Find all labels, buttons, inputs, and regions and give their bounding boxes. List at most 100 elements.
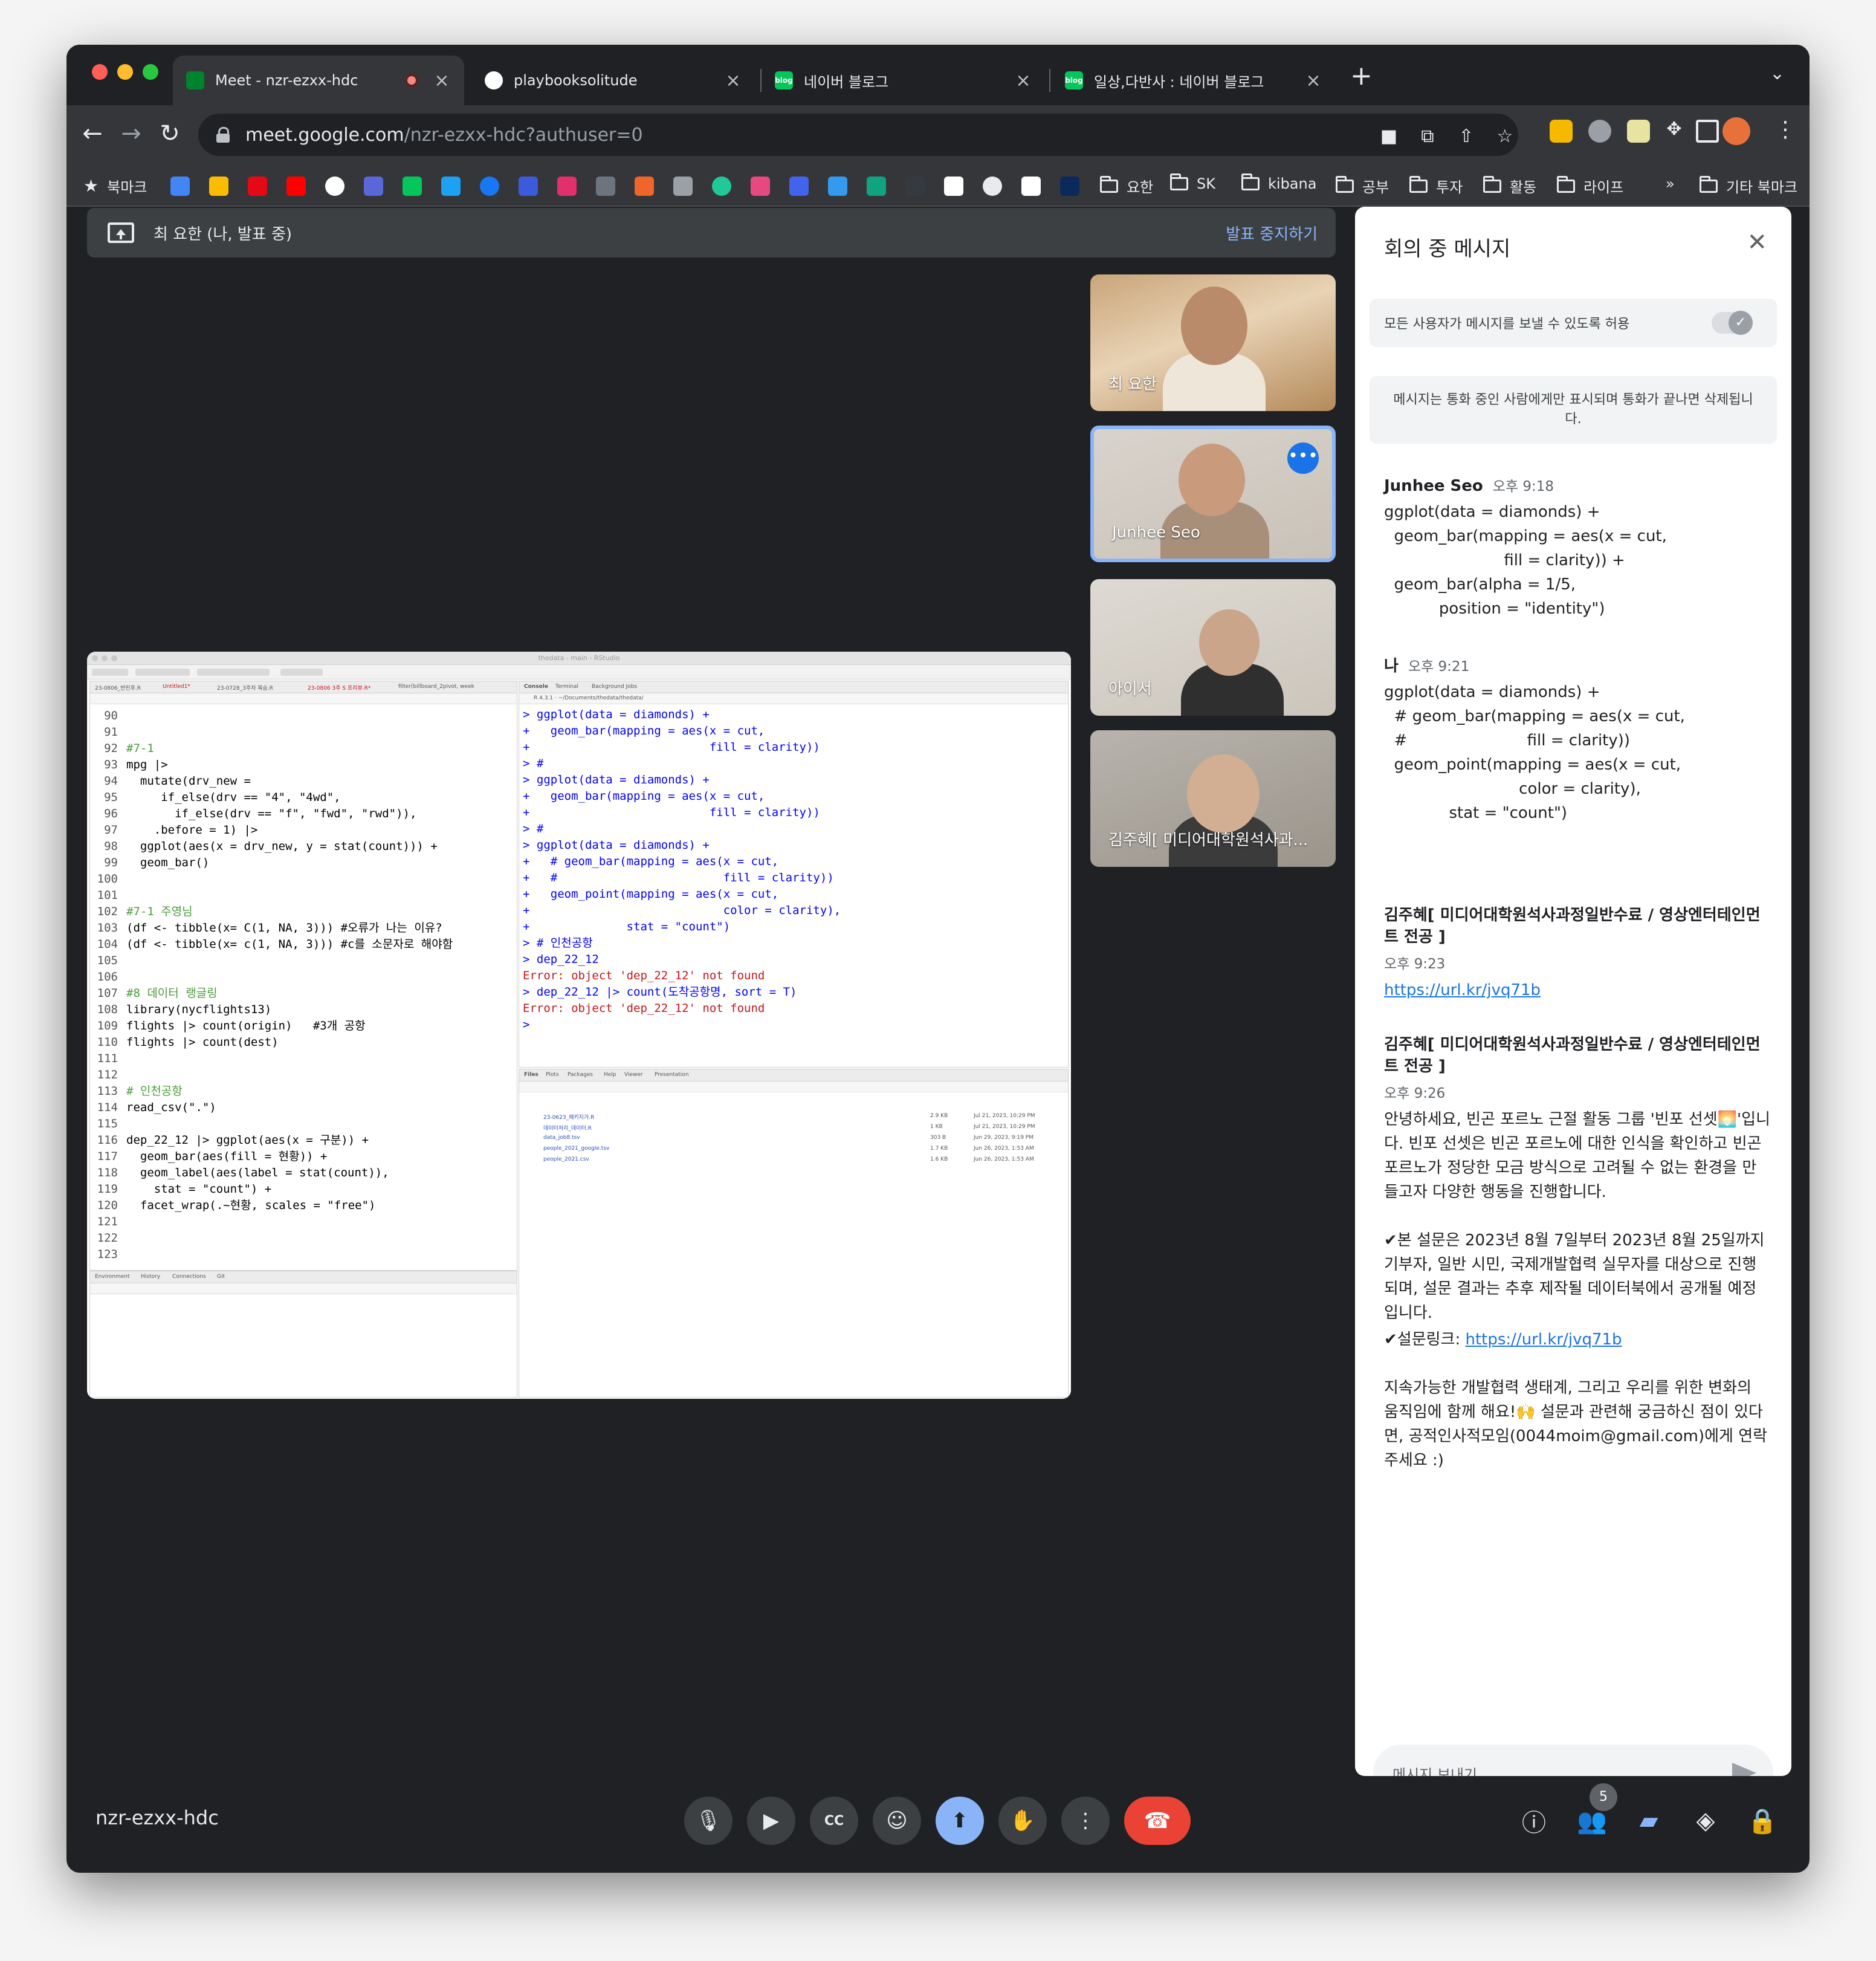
editor-tab[interactable]: Untitled1* [163,684,190,692]
react-icon[interactable] [712,177,731,196]
youtube-icon[interactable] [286,177,306,196]
bookmark-folder-1[interactable]: 요한 [1100,175,1153,196]
editor-line[interactable]: 99 geom_bar() [94,855,453,871]
more-options-button[interactable]: ⋮ [1061,1797,1110,1845]
files-tab[interactable]: Plots [546,1072,559,1080]
editor-line[interactable]: 109 flights |> count(origin) #3개 공항 [94,1018,453,1034]
editor-line[interactable]: 119 stat = "count") + [94,1181,453,1198]
participant-tile[interactable]: 아이서 [1090,579,1336,716]
github-bookmark-icon[interactable] [983,177,1002,196]
editor-line[interactable]: 114 read_csv(".") [94,1100,453,1116]
files-tab[interactable]: Packages [568,1072,593,1080]
file-name[interactable]: 데이터처리_데이터.R [543,1124,592,1132]
open-in-new-icon[interactable]: ⧉ [1415,126,1440,147]
back-button[interactable]: ← [77,120,108,147]
extensions-puzzle-icon[interactable]: ✥ [1662,118,1686,140]
lock-icon[interactable] [216,127,230,143]
file-name[interactable]: data_job8.tsv [543,1135,580,1141]
editor-line[interactable]: 120 facet_wrap(.~현황, scales = "free") [94,1198,453,1214]
participant-tile-speaking[interactable]: ••• Junhee Seo [1090,426,1336,562]
editor-line[interactable]: 116 dep_22_12 |> ggplot(aes(x = 구분)) + [94,1132,453,1149]
editor-line[interactable]: 112 [94,1067,453,1083]
editor-line[interactable]: 95 if_else(drv == "4", "4wd", [94,789,453,806]
bookmark-z-icon[interactable] [751,177,770,196]
participant-tile[interactable]: 김주혜[ 미디어대학원석사과... [1090,730,1336,867]
chat-message-input[interactable]: 메시지 보내기 [1373,1745,1773,1776]
captions-button[interactable]: CC [810,1797,858,1845]
instagram-icon[interactable] [557,177,577,196]
new-tab-button[interactable]: + [1350,60,1373,91]
bookmark-diamond-icon[interactable] [789,177,809,196]
bookmark-app-icon[interactable] [519,177,538,196]
extension-note-icon[interactable] [1627,120,1650,143]
tab-naver-blog-daily[interactable]: blog 일상,다반사 : 네이버 블로그 × [1052,56,1336,105]
close-tab-icon[interactable]: × [1304,70,1322,91]
bookmark-star-icon[interactable]: ☆ [1493,126,1517,147]
allow-messages-toggle[interactable]: ✓ [1712,311,1753,335]
editor-line[interactable]: 91 [94,724,453,741]
files-tab[interactable]: Help [604,1072,616,1080]
forward-button[interactable]: → [116,120,146,147]
editor-line[interactable]: 105 [94,953,453,969]
editor-line[interactable]: 103 (df <- tibble(x= C(1, NA, 3))) #오류가 나… [94,920,453,936]
env-tab[interactable]: Connections [172,1274,206,1282]
editor-line[interactable]: 98 ggplot(aes(x = drv_new, y = stat(coun… [94,838,453,855]
editor-line[interactable]: 97 .before = 1) |> [94,822,453,838]
stop-presenting-button[interactable]: 발표 중지하기 [1226,222,1318,244]
extension-quote-icon[interactable] [1588,120,1611,143]
editor-line[interactable]: 107 #8 데이터 랭글링 [94,985,453,1002]
bookmark-folder-2[interactable]: SK [1170,173,1215,192]
bookmark-hex-icon[interactable] [905,177,925,196]
notion-icon[interactable] [944,177,963,196]
editor-line[interactable]: 123 [94,1246,453,1263]
bookmark-d-icon[interactable] [364,177,383,196]
bookmark-dark-icon[interactable] [1060,177,1079,196]
editor-line[interactable]: 102 #7-1 주영님 [94,904,453,920]
editor-tab[interactable]: 23-0728_3주차 복습.R [217,684,273,692]
editor-line[interactable]: 100 [94,871,453,887]
host-controls-button[interactable]: 🔒 [1744,1803,1781,1839]
editor-line[interactable]: 110 flights |> count(dest) [94,1034,453,1051]
tab-naver-blog[interactable]: blog 네이버 블로그 × [762,56,1046,105]
editor-line[interactable]: 117 geom_bar(aes(fill = 현황)) + [94,1149,453,1165]
participant-more-options-button[interactable]: ••• [1287,442,1319,474]
bookmark-folder-3[interactable]: kibana [1241,173,1316,192]
bookmarks-overflow-button[interactable]: » [1666,175,1675,192]
editor-line[interactable]: 111 [94,1051,453,1067]
env-tab[interactable]: History [141,1274,160,1282]
tab-meet[interactable]: Meet - nzr-ezxx-hdc × [173,56,464,105]
bookmark-step-icon[interactable] [673,177,693,196]
editor-line[interactable]: 94 mutate(drv_new = [94,773,453,789]
editor-code[interactable]: 90 91 92 #7-1 93 mpg |> 94 mutate(drv_new = 95 … [94,708,453,1263]
reload-button[interactable]: ↻ [155,120,185,147]
close-tab-icon[interactable]: × [433,70,451,91]
bookmark-folder-4[interactable]: 공부 [1336,175,1389,196]
editor-line[interactable]: 92 #7-1 [94,741,453,757]
editor-tab[interactable]: 23-0806 3주 S 프리뷰.R* [308,684,370,692]
bookmark-item[interactable]: ★ 북마크 [83,175,147,196]
naver-icon[interactable] [403,177,422,196]
extension-keep-icon[interactable] [1550,120,1573,143]
editor-tab[interactable]: 23-0806_반민후.R [95,684,141,692]
google-keep-icon[interactable] [209,177,228,196]
message-link[interactable]: https://url.kr/jvq71b [1384,981,1541,999]
editor-tab[interactable]: filter(billboard_2pivot, week [398,684,474,692]
env-tab[interactable]: Environment [95,1274,129,1282]
close-tab-icon[interactable]: × [1014,70,1032,91]
editor-line[interactable]: 90 [94,708,453,724]
message-link[interactable]: https://url.kr/jvq71b [1466,1331,1622,1349]
editor-line[interactable]: 122 [94,1230,453,1246]
leave-call-button[interactable]: ☎ [1124,1797,1191,1845]
camera-in-use-icon[interactable]: ■ [1377,126,1401,147]
meeting-details-button[interactable]: ⓘ [1516,1803,1552,1839]
reactions-button[interactable]: ☺ [873,1797,921,1845]
confluence-icon[interactable] [828,177,847,196]
editor-line[interactable]: 93 mpg |> [94,757,453,773]
bookmark-slash-icon[interactable] [596,177,615,196]
console-tab[interactable]: Background Jobs [592,684,637,692]
netflix-icon[interactable] [248,177,267,196]
facebook-icon[interactable] [480,177,499,196]
browser-menu-icon[interactable]: ⋮ [1774,117,1796,142]
chatgpt-icon[interactable] [867,177,886,196]
editor-line[interactable]: 113 # 인천공항 [94,1083,453,1100]
